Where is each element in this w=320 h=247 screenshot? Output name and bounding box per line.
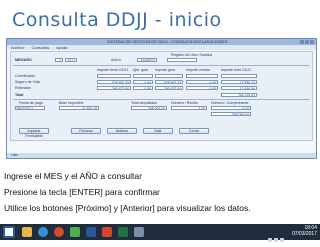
app-red-icon[interactable] bbox=[54, 227, 64, 237]
header-right-label: Registro de Libro Sueldos bbox=[171, 53, 213, 57]
cell bbox=[133, 74, 153, 78]
row-label: Seguro de Vida bbox=[15, 80, 40, 84]
cell: 525.657,33 bbox=[97, 80, 131, 84]
menu-item-ayuda[interactable]: Ayuda bbox=[56, 45, 67, 50]
lower-header-2: Base imponible bbox=[59, 101, 84, 105]
payment-date-field: 28/02/2017 bbox=[15, 106, 45, 110]
col-header-1: Importe bruto DDJJ bbox=[97, 68, 129, 72]
receipt-field: 2,00 bbox=[171, 106, 207, 110]
col-header-4: Importe exento bbox=[186, 68, 210, 72]
lower-header-4: Número / Recibo bbox=[171, 101, 198, 105]
divider bbox=[13, 99, 310, 100]
instruction-line-1: Ingrese el MES y el AÑO a consultar bbox=[4, 171, 142, 181]
window-controls bbox=[299, 40, 314, 44]
menu-bar: Archivo Consultas Ayuda bbox=[7, 45, 316, 50]
menu-item-consultas[interactable]: Consultas bbox=[31, 45, 49, 50]
cell bbox=[155, 74, 183, 78]
close-icon[interactable] bbox=[310, 40, 314, 44]
total-label: Total bbox=[15, 93, 24, 97]
lower-header-5: Número / Comprobante bbox=[211, 101, 249, 105]
cell: 0,00 bbox=[186, 86, 218, 90]
instruction-line-2: Presione la tecla [ENTER] para confirmar bbox=[4, 187, 160, 197]
system-tray bbox=[266, 229, 290, 242]
maximize-icon[interactable] bbox=[305, 40, 309, 44]
divider bbox=[13, 65, 310, 66]
clock[interactable]: 18:04 07/03/2017 bbox=[292, 225, 317, 237]
close-button[interactable]: Cerrar bbox=[179, 128, 209, 134]
previous-button[interactable]: Anterior bbox=[107, 128, 137, 134]
status-bar: Listo bbox=[7, 153, 316, 158]
status-field: ABIERTO bbox=[137, 58, 157, 62]
app-window-icon[interactable] bbox=[134, 227, 144, 237]
next-button[interactable]: Próximo bbox=[71, 128, 101, 134]
cell: 13.160,06 bbox=[221, 86, 257, 90]
deposited-field: 365.000,00 bbox=[131, 106, 167, 110]
period-label: MES/AÑO bbox=[15, 58, 32, 62]
ddjj-code-field bbox=[167, 58, 197, 62]
app-green-icon[interactable] bbox=[70, 227, 80, 237]
powerpoint-icon[interactable] bbox=[102, 227, 112, 237]
cell: 525.657,33 bbox=[155, 80, 183, 84]
window-title: SISTEMA DE GESTION DE DDJJ - CONSULTA DE… bbox=[107, 39, 228, 44]
ddjj-form: Registro de Libro Sueldos MES/AÑO 1 2017… bbox=[10, 51, 313, 141]
lower-header-3: Total depositado bbox=[131, 101, 158, 105]
word-icon[interactable] bbox=[86, 227, 96, 237]
cell bbox=[97, 74, 131, 78]
browser-icon[interactable] bbox=[38, 227, 48, 237]
cell: 0,00 bbox=[133, 80, 153, 84]
row-label: Retención bbox=[15, 86, 32, 90]
battery-icon[interactable] bbox=[280, 238, 284, 242]
excel-icon[interactable] bbox=[118, 227, 128, 237]
row-label: Contribución bbox=[15, 74, 36, 78]
col-header-3: Importe grav. bbox=[155, 68, 176, 72]
voucher-field: 0,00 bbox=[211, 106, 251, 110]
clock-date: 07/03/2017 bbox=[291, 231, 317, 237]
cell: 17.550,12 bbox=[221, 80, 257, 84]
col-header-2: Ajte. grav. bbox=[133, 68, 149, 72]
month-input[interactable]: 1 bbox=[55, 58, 63, 62]
volume-icon[interactable] bbox=[274, 238, 278, 242]
col-header-5: Importe neto DDJJ bbox=[221, 68, 251, 72]
cell: 260.673,50 bbox=[97, 86, 131, 90]
minimize-icon[interactable] bbox=[300, 40, 304, 44]
lower-total-field: 365.000,00 bbox=[211, 112, 251, 116]
app-window-screenshot: SISTEMA DE GESTION DE DDJJ - CONSULTA DE… bbox=[6, 38, 317, 159]
network-icon[interactable] bbox=[268, 238, 272, 242]
cell: 0,00 bbox=[133, 86, 153, 90]
base-field: 41.500,18 bbox=[59, 106, 99, 110]
cell: 260.673,50 bbox=[155, 86, 183, 90]
slide-title: Consulta DDJJ - inicio bbox=[12, 9, 222, 31]
cell bbox=[221, 74, 257, 78]
cell: 0,00 bbox=[186, 80, 218, 84]
instruction-line-3: Utilice los botones [Próximo] y [Anterio… bbox=[4, 203, 251, 213]
window-title-bar: SISTEMA DE GESTION DE DDJJ - CONSULTA DE… bbox=[7, 39, 316, 45]
total-field: 786,315,83 bbox=[221, 93, 257, 97]
print-form-button[interactable]: Imprimir Formulario bbox=[19, 128, 49, 138]
year-input[interactable]: 2017 bbox=[65, 58, 77, 62]
cell bbox=[186, 74, 218, 78]
lower-header-1: Fecha de pago bbox=[19, 101, 43, 105]
windows-start-icon[interactable] bbox=[3, 226, 15, 238]
menu-item-archivo[interactable]: Archivo bbox=[11, 45, 24, 50]
exit-button[interactable]: Salir bbox=[143, 128, 173, 134]
file-explorer-icon[interactable] bbox=[22, 227, 32, 237]
status-label: Activo bbox=[111, 58, 121, 62]
taskbar: 18:04 07/03/2017 bbox=[0, 224, 320, 242]
